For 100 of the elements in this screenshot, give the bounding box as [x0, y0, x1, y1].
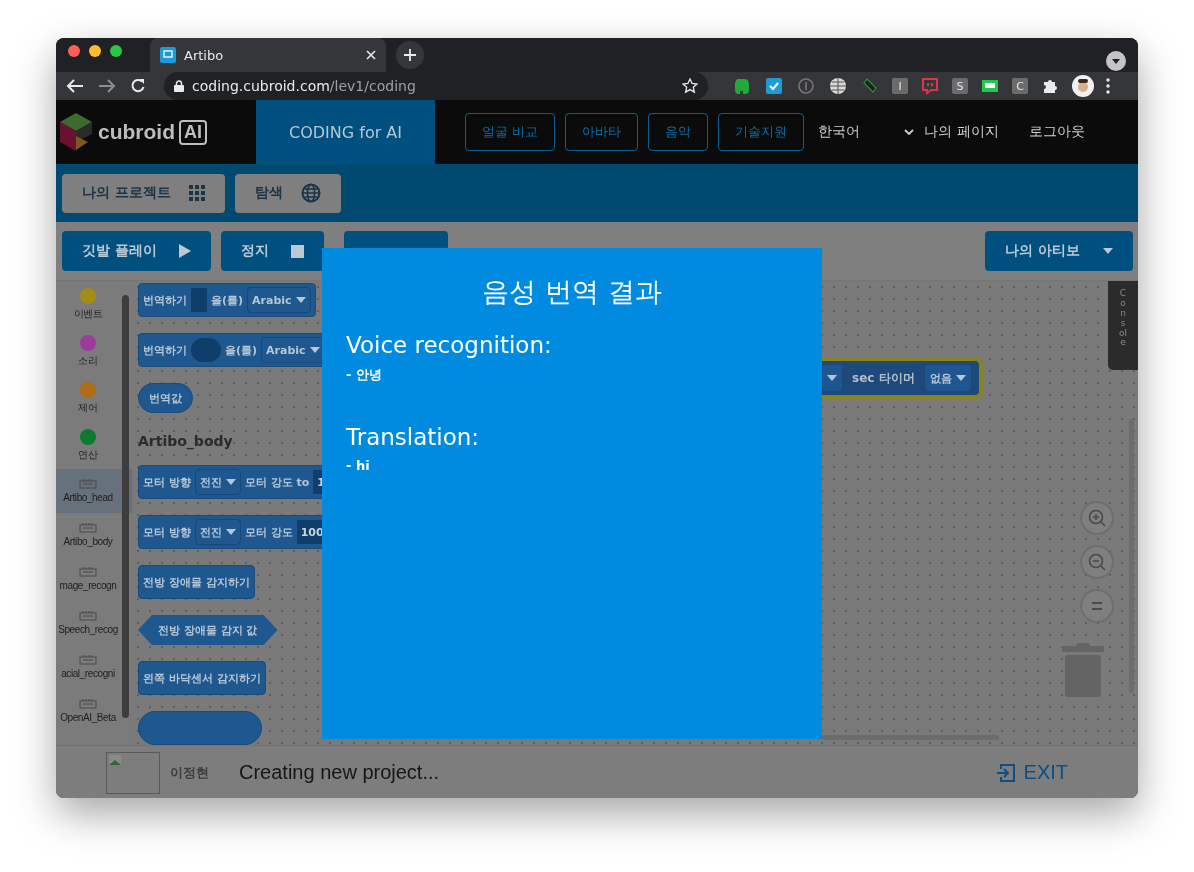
- globe-icon[interactable]: [828, 76, 848, 96]
- block-label: 을(를): [225, 342, 258, 358]
- avatar-icon[interactable]: [1072, 75, 1094, 97]
- block-label: 모터 강도 to: [244, 474, 310, 490]
- section-heading: Voice recognition:: [346, 332, 553, 358]
- close-window-button[interactable]: [68, 45, 80, 57]
- caret-icon: [955, 375, 966, 381]
- extension-icon[interactable]: S: [952, 78, 968, 94]
- chip-icon: [79, 567, 97, 577]
- result-text: - 안녕: [346, 366, 383, 384]
- status-text: Creating new project...: [239, 761, 440, 784]
- browser-tab[interactable]: Artibo: [150, 38, 386, 72]
- scrollbar[interactable]: [122, 295, 129, 718]
- caret-icon: [225, 479, 236, 485]
- checkbox-icon[interactable]: [764, 76, 784, 96]
- globe-icon: [300, 183, 321, 203]
- chip-icon: [79, 699, 97, 709]
- category-item[interactable]: Artibo_body: [56, 513, 132, 557]
- project-button[interactable]: 탐색: [234, 173, 341, 213]
- logo-text: cubroid: [98, 120, 175, 144]
- user-name: 이정현: [170, 763, 209, 782]
- block-label: 전방 장애물 감지하기: [143, 574, 250, 590]
- category-item[interactable]: 연산: [56, 422, 132, 469]
- dialog-title: 음성 번역 결과: [481, 275, 663, 309]
- code-block[interactable]: 전방 장애물 감지하기: [138, 565, 255, 599]
- plus-icon: [403, 48, 417, 62]
- block-label: 모터 방향: [143, 474, 191, 490]
- caret-icon: [225, 529, 236, 535]
- result-text: - hi: [346, 458, 371, 473]
- tab-search-icon[interactable]: [1106, 51, 1126, 71]
- block-label: sec 타이머: [852, 369, 915, 387]
- lock-icon: [174, 80, 184, 92]
- input-slot[interactable]: [191, 338, 221, 362]
- section-heading: Translation:: [346, 424, 481, 450]
- code-block[interactable]: 번역하기 을(를) Arabic: [138, 283, 316, 317]
- category-item[interactable]: mage_recogn: [56, 557, 132, 601]
- nav-link[interactable]: 로그아웃: [1028, 123, 1085, 141]
- scrollbar[interactable]: [822, 735, 999, 740]
- cube-logo-icon: [58, 112, 94, 152]
- nav-button[interactable]: 기술지원: [718, 113, 805, 151]
- extension-icon[interactable]: C: [1012, 78, 1028, 94]
- block-dropdown[interactable]: 전진: [194, 519, 241, 545]
- code-block[interactable]: 왼쪽 바닥센서 감지하기: [138, 661, 266, 695]
- category-item[interactable]: OpenAI_Beta: [56, 689, 132, 733]
- info-icon[interactable]: [796, 76, 816, 96]
- reload-icon[interactable]: [130, 78, 146, 94]
- block-label: 왼쪽 바닥센서 감지하기: [143, 670, 261, 686]
- scrollbar[interactable]: [1129, 419, 1134, 693]
- category-item[interactable]: 제어: [56, 375, 132, 422]
- zoom-window-button[interactable]: [110, 45, 122, 57]
- chat-icon[interactable]: [920, 76, 940, 96]
- toolbar-button[interactable]: 깃발 플레이: [62, 231, 211, 271]
- block-dropdown[interactable]: [822, 365, 842, 391]
- category-item[interactable]: Speech_recog: [56, 601, 132, 645]
- extension-icon[interactable]: I: [892, 78, 908, 94]
- back-icon[interactable]: [66, 78, 84, 94]
- caret-icon: [295, 297, 306, 303]
- block-dropdown[interactable]: 전진: [194, 469, 241, 495]
- caret-icon: [827, 375, 837, 381]
- nav-link[interactable]: 나의 페이지: [924, 123, 999, 141]
- category-item[interactable]: 소리: [56, 328, 132, 375]
- menu-icon[interactable]: [1106, 78, 1110, 94]
- chevron-down-icon[interactable]: [904, 128, 915, 136]
- grid-icon: [188, 185, 205, 201]
- block-dropdown[interactable]: 없음: [924, 365, 971, 391]
- toolbar-button[interactable]: 정지: [220, 231, 324, 271]
- nav-button[interactable]: 음악: [648, 113, 709, 151]
- category-item[interactable]: 이벤트: [56, 281, 132, 328]
- new-tab-button[interactable]: [396, 41, 424, 69]
- project-button[interactable]: 나의 프로젝트: [62, 173, 225, 213]
- category-item[interactable]: acial_recogni: [56, 645, 132, 689]
- code-block[interactable]: 전방 장애물 감지 값: [138, 615, 278, 645]
- section-heading: Artibo_body: [138, 433, 234, 449]
- close-icon[interactable]: [366, 50, 376, 60]
- equals-icon: [1091, 601, 1103, 611]
- block-label: 전방 장애물 감지 값: [158, 622, 258, 638]
- address-bar[interactable]: coding.cubroid.com/lev1/coding: [164, 72, 708, 100]
- nav-button[interactable]: 아바타: [565, 113, 639, 151]
- device-select[interactable]: 나의 아티보: [985, 231, 1133, 271]
- broken-image-icon: [106, 751, 160, 794]
- input-slot[interactable]: [191, 288, 207, 312]
- code-block[interactable]: 번역값: [138, 383, 193, 413]
- block-label: 모터 강도: [244, 524, 293, 540]
- play-icon: [178, 244, 191, 258]
- block-dropdown[interactable]: Arabic: [261, 337, 325, 363]
- star-icon[interactable]: [682, 78, 698, 94]
- nav-tab[interactable]: CODING for AI: [256, 100, 435, 164]
- block-label: 번역하기: [143, 292, 187, 308]
- caret-icon: [1103, 248, 1113, 254]
- site-icon: [160, 47, 176, 63]
- zoom-in-icon: [1087, 508, 1107, 528]
- chip-icon: [79, 523, 97, 533]
- logo-badge: AI: [179, 119, 207, 145]
- console-tab[interactable]: Console: [1108, 281, 1138, 370]
- minimize-window-button[interactable]: [89, 45, 101, 57]
- block-label: 을(를): [211, 292, 244, 308]
- language-select[interactable]: 한국어: [818, 123, 861, 141]
- block-dropdown[interactable]: Arabic: [247, 287, 311, 313]
- forward-icon[interactable]: [98, 78, 116, 94]
- nav-button[interactable]: 얼굴 비교: [465, 113, 556, 151]
